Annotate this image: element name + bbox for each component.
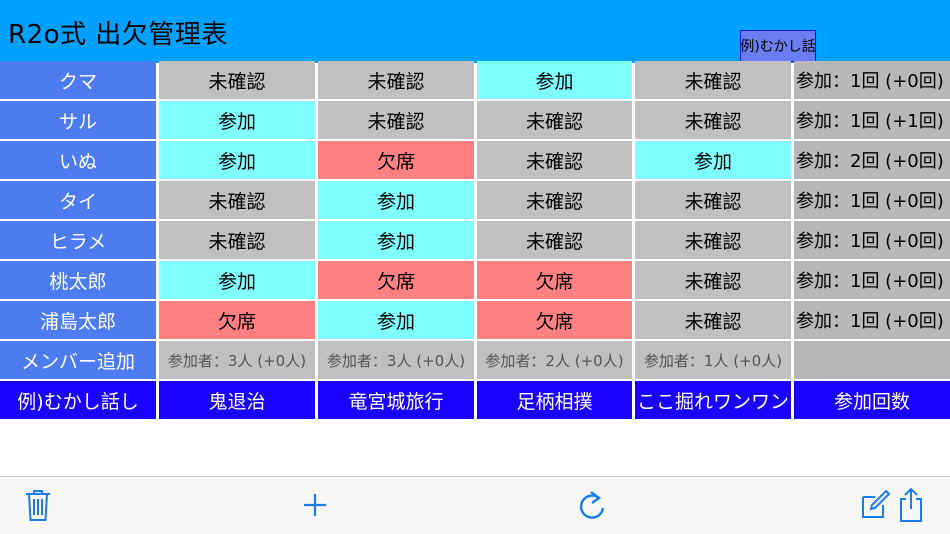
member-row: クマ 未確認 未確認 参加 未確認 参加：1回 (+0回) — [0, 61, 950, 99]
member-name[interactable]: サル — [0, 101, 156, 139]
attendance-cell[interactable]: 参加 — [635, 141, 791, 179]
attendance-cell[interactable]: 未確認 — [159, 181, 315, 219]
attendance-cell[interactable]: 参加 — [159, 141, 315, 179]
attendance-cell[interactable]: 未確認 — [318, 61, 474, 99]
bottom-toolbar — [0, 476, 950, 534]
attendance-cell[interactable]: 未確認 — [635, 221, 791, 259]
attendance-cell[interactable]: 参加 — [318, 181, 474, 219]
attendance-cell[interactable]: 欠席 — [159, 301, 315, 339]
attendance-cell[interactable]: 未確認 — [477, 141, 632, 179]
participant-count: 参加者：3人 (+0人) — [159, 341, 315, 379]
attendance-summary: 参加：1回 (+0回) — [794, 61, 950, 99]
member-row: サル 参加 未確認 未確認 未確認 参加：1回 (+1回) — [0, 101, 950, 139]
participant-count: 参加者：1人 (+0人) — [635, 341, 791, 379]
member-row: タイ 未確認 参加 未確認 未確認 参加：1回 (+0回) — [0, 181, 950, 219]
attendance-cell[interactable]: 未確認 — [159, 61, 315, 99]
attendance-cell[interactable]: 未確認 — [477, 101, 632, 139]
attendance-summary: 参加：1回 (+0回) — [794, 261, 950, 299]
empty-cell — [794, 341, 950, 379]
member-row: 浦島太郎 欠席 参加 欠席 未確認 参加：1回 (+0回) — [0, 301, 950, 339]
attendance-cell[interactable]: 未確認 — [635, 61, 791, 99]
share-icon[interactable] — [893, 487, 929, 523]
attendance-summary: 参加：1回 (+0回) — [794, 301, 950, 339]
member-row: いぬ 参加 欠席 未確認 参加 参加：2回 (+0回) — [0, 141, 950, 179]
app-title: R2o式 出欠管理表 — [8, 20, 228, 50]
attendance-summary: 参加：1回 (+0回) — [794, 181, 950, 219]
member-name[interactable]: 桃太郎 — [0, 261, 156, 299]
event-name[interactable]: 竜宮城旅行 — [318, 381, 474, 419]
attendance-cell[interactable]: 未確認 — [477, 221, 632, 259]
member-row: 桃太郎 参加 欠席 欠席 未確認 参加：1回 (+0回) — [0, 261, 950, 299]
event-name[interactable]: 鬼退治 — [159, 381, 315, 419]
attendance-summary: 参加：1回 (+0回) — [794, 221, 950, 259]
example-button[interactable]: 例)むかし話 — [740, 30, 816, 62]
member-name[interactable]: ヒラメ — [0, 221, 156, 259]
attendance-cell[interactable]: 参加 — [318, 221, 474, 259]
trash-icon[interactable] — [20, 487, 56, 523]
member-name[interactable]: いぬ — [0, 141, 156, 179]
attendance-cell[interactable]: 参加 — [477, 61, 632, 99]
member-name[interactable]: クマ — [0, 61, 156, 99]
attendance-cell[interactable]: 欠席 — [477, 261, 632, 299]
attendance-cell[interactable]: 参加 — [159, 101, 315, 139]
member-name[interactable]: 浦島太郎 — [0, 301, 156, 339]
app-header: R2o式 出欠管理表 例)むかし話 — [0, 0, 950, 63]
attendance-cell[interactable]: 未確認 — [159, 221, 315, 259]
attendance-cell[interactable]: 参加 — [159, 261, 315, 299]
attendance-cell[interactable]: 未確認 — [318, 101, 474, 139]
member-row: ヒラメ 未確認 参加 未確認 未確認 参加：1回 (+0回) — [0, 221, 950, 259]
event-header-row: 例)むかし話し 鬼退治 竜宮城旅行 足柄相撲 ここ掘れワンワン 参加回数 — [0, 381, 950, 419]
participant-count: 参加者：2人 (+0人) — [477, 341, 632, 379]
event-name[interactable]: 足柄相撲 — [477, 381, 632, 419]
attendance-cell[interactable]: 未確認 — [635, 301, 791, 339]
attendance-cell[interactable]: 未確認 — [635, 181, 791, 219]
add-member-button[interactable]: メンバー追加 — [0, 341, 156, 379]
attendance-cell[interactable]: 参加 — [318, 301, 474, 339]
participation-count-header: 参加回数 — [794, 381, 950, 419]
attendance-cell[interactable]: 欠席 — [318, 141, 474, 179]
attendance-cell[interactable]: 欠席 — [477, 301, 632, 339]
table-name-button[interactable]: 例)むかし話し — [0, 381, 156, 419]
event-name[interactable]: ここ掘れワンワン — [635, 381, 791, 419]
attendance-summary: 参加：2回 (+0回) — [794, 141, 950, 179]
member-name[interactable]: タイ — [0, 181, 156, 219]
add-member-row: メンバー追加 参加者：3人 (+0人) 参加者：3人 (+0人) 参加者：2人 (+0… — [0, 341, 950, 379]
plus-icon[interactable] — [297, 487, 333, 523]
participant-count: 参加者：3人 (+0人) — [318, 341, 474, 379]
compose-icon[interactable] — [857, 487, 893, 523]
attendance-cell[interactable]: 未確認 — [477, 181, 632, 219]
attendance-cell[interactable]: 未確認 — [635, 101, 791, 139]
attendance-summary: 参加：1回 (+1回) — [794, 101, 950, 139]
attendance-cell[interactable]: 未確認 — [635, 261, 791, 299]
refresh-icon[interactable] — [574, 487, 610, 523]
attendance-cell[interactable]: 欠席 — [318, 261, 474, 299]
